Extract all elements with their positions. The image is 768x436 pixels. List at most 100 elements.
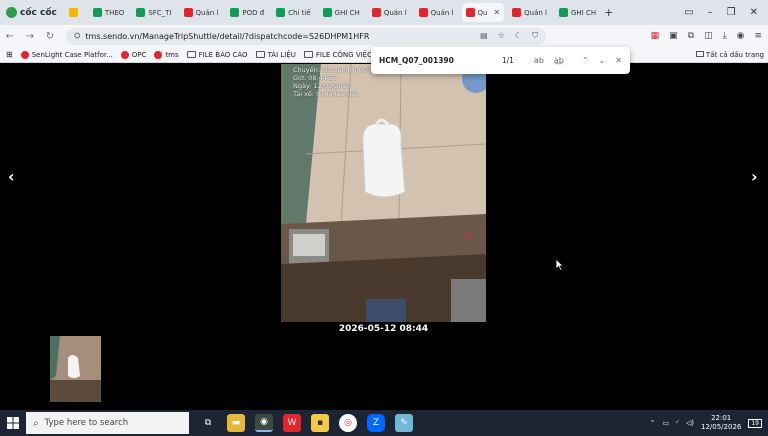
tab-strip: cốc cốc THEO SFC_TI Quản l POD đ Chi tiế GHI … (0, 0, 768, 25)
browser-brand[interactable]: cốc cốc (0, 7, 65, 18)
system-tray: ⌃ ▭ ◜ ◁) 22:01 12/05/2026 19 (650, 414, 768, 432)
menu-icon[interactable]: ≡ (754, 31, 762, 41)
bookmark-item[interactable]: SenLight Case Platfor... (20, 50, 113, 59)
browser-tab-label: POD đ (242, 8, 265, 17)
shield-icon[interactable]: ⛉ (532, 31, 538, 41)
browser-tab-label: THEO (104, 8, 125, 17)
back-icon[interactable]: ← (0, 31, 20, 42)
browser-tab-label: Quản l (524, 8, 547, 17)
apps-grid-icon[interactable]: ⊞ (6, 50, 13, 59)
browser-tab[interactable]: Quản l (508, 3, 551, 22)
extension-icon[interactable]: ▦ (651, 31, 660, 41)
folder-icon (303, 51, 313, 58)
dark-mode-icon[interactable]: ☾ (515, 31, 522, 41)
volume-icon[interactable]: ◁) (686, 419, 694, 427)
all-bookmarks-link[interactable]: Tất cả dấu trang (695, 50, 768, 59)
search-icon: ⌕ (33, 417, 39, 429)
extension-icon-2[interactable]: ▣ (669, 31, 678, 41)
browser-tab[interactable]: GHI CH (555, 3, 600, 22)
network-icon[interactable]: ◜ (676, 419, 679, 427)
file-explorer-icon[interactable]: ▬ (227, 414, 245, 432)
find-query-input[interactable]: HCM_Q07_001390 (379, 56, 454, 65)
new-tab-button[interactable]: + (600, 3, 617, 22)
zalo-icon[interactable]: Z (367, 414, 385, 432)
stamp-line-driver: Tài xế: 0783425685 (293, 90, 358, 98)
close-tab-icon[interactable]: ✕ (493, 8, 500, 17)
bookmark-label: TÀI LIỆU (267, 50, 296, 59)
photo-thumbnail[interactable] (50, 336, 101, 402)
tabs-container: THEO SFC_TI Quản l POD đ Chi tiế GHI CH Quản l… (65, 3, 600, 22)
folder-icon (695, 50, 704, 57)
bookmark-item[interactable]: FILE BÁO CÁO (186, 50, 248, 59)
browser-tab[interactable]: GHI CH (319, 3, 364, 22)
taskbar-apps: ⧉ ▬ ◉ W ▪ ◎ Z ✎ (199, 414, 413, 432)
folder-icon (186, 51, 196, 58)
browser-tab[interactable]: Quản l (415, 3, 458, 22)
notepad-icon[interactable]: ✎ (395, 414, 413, 432)
battery-icon[interactable]: ▭ (663, 419, 670, 427)
profile-icon[interactable]: ◉ (737, 31, 745, 41)
match-case-icon[interactable]: ab (534, 56, 544, 65)
tray-chevron-icon[interactable]: ⌃ (650, 419, 656, 427)
stamp-line-trip: Chuyến: chuyen4HP607 (293, 66, 372, 74)
sidebar-icon[interactable]: ◫ (704, 31, 713, 41)
image-viewer: ‹ › Chuyến: chuyen4HP607 Giờ: 08:44:53 N… (0, 64, 768, 410)
forward-icon[interactable]: → (20, 31, 40, 42)
bookmark-label: FILE BÁO CÁO (198, 50, 248, 59)
find-close-icon[interactable]: ✕ (615, 56, 622, 65)
site-favicon-icon (154, 50, 163, 59)
sendo-icon (465, 8, 475, 17)
browser-tab-label: Qu (477, 8, 488, 17)
close-window-icon[interactable]: ✕ (750, 7, 758, 18)
browser-tab-label: Quản l (430, 8, 454, 17)
puzzle-icon[interactable]: ⧉ (688, 31, 694, 41)
prev-arrow-icon[interactable]: ‹ (8, 167, 15, 186)
find-next-icon[interactable]: ⌄ (599, 56, 606, 65)
address-bar[interactable]: ⛭ tms.sendo.vn/ManageTripShuttle/detail/… (66, 27, 546, 45)
taskbar-clock[interactable]: 22:01 12/05/2026 (701, 414, 741, 432)
url-text: tms.sendo.vn/ManageTripShuttle/detail/?d… (85, 31, 370, 41)
coccoc-logo-icon (6, 7, 17, 18)
clock-time: 22:01 (711, 414, 732, 422)
windows-start-icon[interactable] (0, 417, 26, 429)
match-word-icon[interactable]: a͟b (554, 56, 564, 65)
sheets-icon (559, 8, 568, 17)
wps-office-icon[interactable]: W (283, 414, 301, 432)
sheets-icon (92, 8, 102, 17)
browser-tab-label: Chi tiế (288, 8, 311, 17)
reader-icon[interactable]: ▤ (480, 31, 488, 41)
browser-tab-label: Quản l (383, 8, 407, 17)
browser-tab[interactable] (65, 3, 85, 22)
browser-tab[interactable]: Quản l (368, 3, 411, 22)
download-icon[interactable]: ⤓ (723, 31, 727, 41)
bookmark-item[interactable]: tms (154, 50, 179, 59)
browser-tab[interactable]: Quản l (180, 3, 223, 22)
browser-tab[interactable]: THEO (89, 3, 128, 22)
notification-icon[interactable]: 19 (748, 418, 762, 428)
site-info-icon[interactable]: ⛭ (74, 31, 80, 41)
browser-tab[interactable]: POD đ (226, 3, 268, 22)
task-view-icon[interactable]: ⧉ (199, 414, 217, 432)
minimize-icon[interactable]: – (708, 7, 713, 18)
browser-tab[interactable]: Qu ✕ (461, 3, 505, 22)
maximize-icon[interactable]: ❐ (727, 7, 736, 18)
bookmark-item[interactable]: FILE CÔNG VIỆC (303, 51, 372, 59)
bookmark-item[interactable]: TÀI LIỆU (255, 50, 296, 59)
find-previous-icon[interactable]: ⌃ (582, 56, 589, 65)
reload-icon[interactable]: ↻ (40, 31, 60, 42)
tab-search-icon[interactable]: ▭ (684, 7, 693, 18)
browser-tab[interactable]: SFC_TI (132, 3, 175, 22)
bookmark-item[interactable]: OPC (120, 50, 146, 59)
folder-icon (255, 51, 265, 58)
coccoc-taskbar-icon[interactable]: ◉ (255, 414, 273, 432)
browser-tab[interactable]: Chi tiế (272, 3, 315, 22)
taskbar-search[interactable]: ⌕ Type here to search (26, 412, 189, 434)
next-arrow-icon[interactable]: › (751, 167, 758, 186)
sticky-notes-icon[interactable]: ▪ (311, 414, 329, 432)
sendo-icon (512, 8, 522, 17)
bookmark-star-icon[interactable]: ☆ (498, 31, 505, 41)
pod-icon (230, 8, 240, 17)
chrome-icon[interactable]: ◎ (339, 414, 357, 432)
sendo-icon (371, 8, 381, 17)
mouse-cursor-icon (556, 259, 564, 271)
